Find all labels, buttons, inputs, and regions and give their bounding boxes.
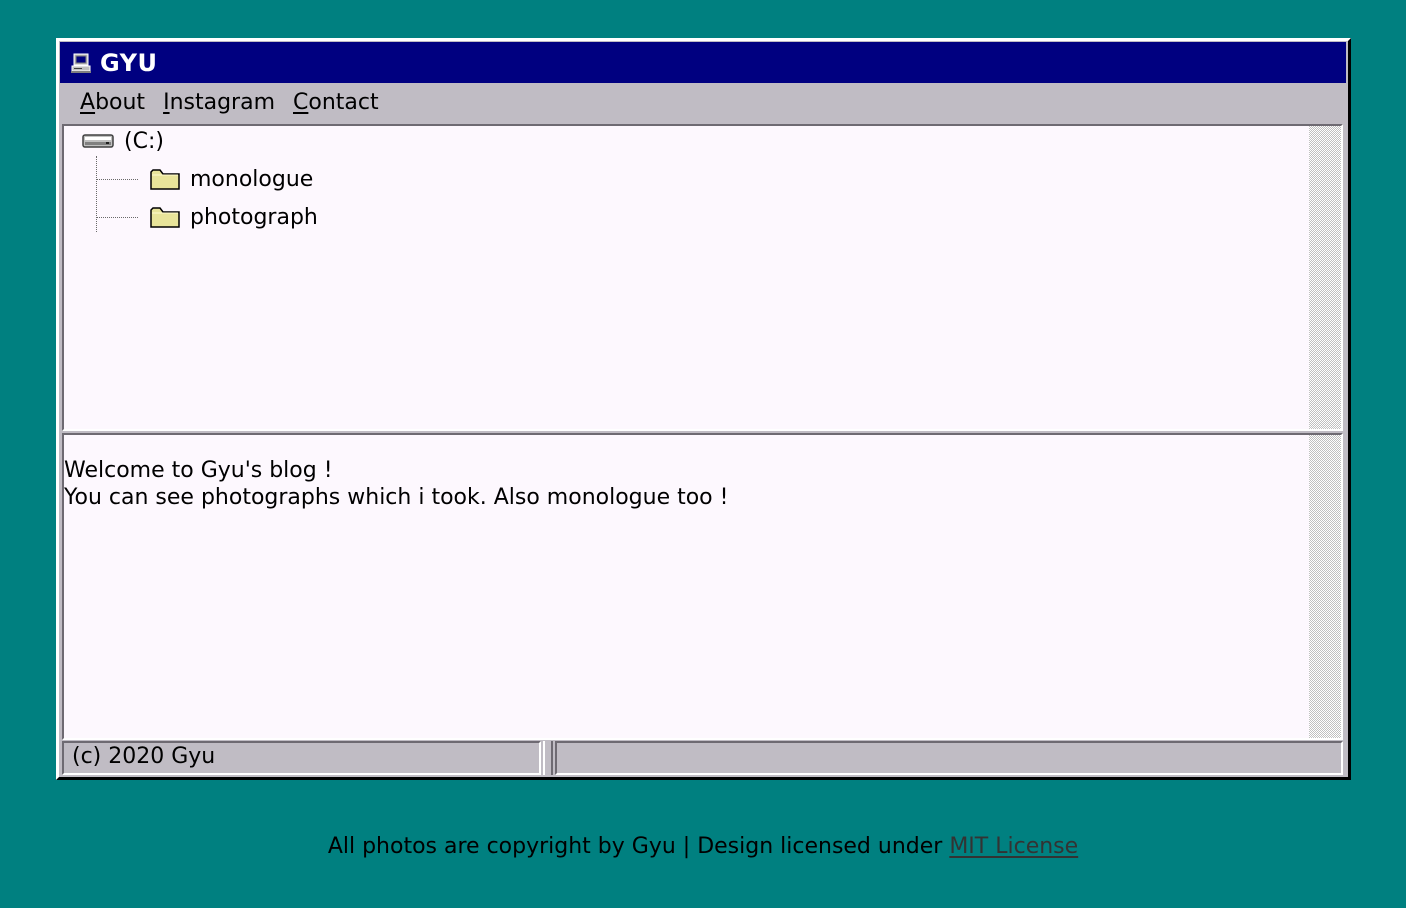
tree-item-label: photograph xyxy=(190,204,318,230)
folder-icon xyxy=(150,169,180,190)
menu-accel: C xyxy=(293,89,309,115)
status-empty xyxy=(555,741,1343,775)
intro-line: You can see photographs which i took. Al… xyxy=(64,485,729,510)
menu-item-instagram[interactable]: Instagram xyxy=(163,90,275,115)
tree-root-drive[interactable]: (C:) xyxy=(82,126,164,156)
tree-item-photograph[interactable]: photograph xyxy=(96,200,318,234)
welcome-text: Welcome to Gyu's blog ! You can see phot… xyxy=(64,457,728,511)
tree-item-label: monologue xyxy=(190,166,314,192)
blog-window: GYU About Instagram Contact (C:) monolog… xyxy=(56,38,1351,780)
menu-label: ontact xyxy=(308,89,379,115)
welcome-line: Welcome to Gyu's blog ! xyxy=(64,458,333,483)
menu-item-contact[interactable]: Contact xyxy=(293,90,379,115)
tree-branch xyxy=(96,178,138,180)
status-bar: (c) 2020 Gyu xyxy=(62,741,1343,775)
folder-tree-pane: (C:) monologue photograph xyxy=(62,124,1343,431)
window-title: GYU xyxy=(100,48,158,77)
title-bar[interactable]: GYU xyxy=(60,42,1346,83)
mit-license-link[interactable]: MIT License xyxy=(949,834,1078,859)
status-divider xyxy=(543,741,553,775)
tree-item-monologue[interactable]: monologue xyxy=(96,162,313,196)
tree-scrollbar[interactable] xyxy=(1309,126,1341,429)
menu-item-about[interactable]: About xyxy=(80,90,145,115)
folder-icon xyxy=(150,207,180,228)
menu-bar: About Instagram Contact xyxy=(60,84,1346,120)
tree-root-label: (C:) xyxy=(124,128,164,154)
content-scrollbar[interactable] xyxy=(1309,435,1341,738)
computer-icon xyxy=(71,53,91,73)
page-footer: All photos are copyright by Gyu | Design… xyxy=(0,834,1406,859)
content-pane: Welcome to Gyu's blog ! You can see phot… xyxy=(62,433,1343,740)
tree-branch xyxy=(96,216,138,218)
drive-icon xyxy=(82,134,114,148)
menu-label: nstagram xyxy=(169,89,275,115)
menu-label: bout xyxy=(95,89,146,115)
footer-text: All photos are copyright by Gyu | Design… xyxy=(327,834,950,859)
menu-accel: A xyxy=(80,89,96,115)
status-copyright: (c) 2020 Gyu xyxy=(62,741,541,775)
